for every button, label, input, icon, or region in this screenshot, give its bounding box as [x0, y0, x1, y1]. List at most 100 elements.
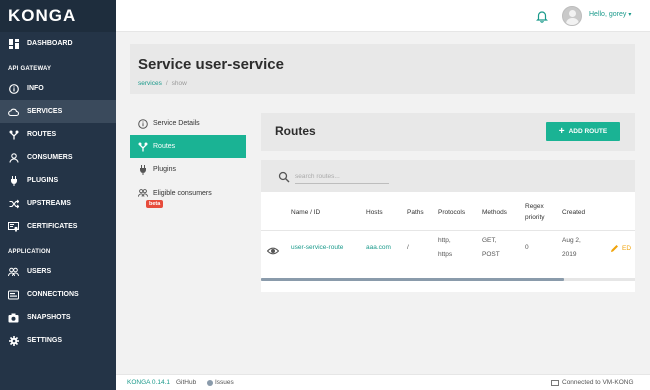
sidebar: KONGA DASHBOARD API GATEWAY INFO SERVICE… — [0, 0, 116, 390]
sidebar-section-application: APPLICATION — [8, 249, 51, 255]
route-created-date: Aug 2, — [562, 237, 581, 244]
edit-label: ED — [622, 245, 632, 252]
add-route-label: ADD ROUTE — [568, 128, 608, 135]
route-regex-priority: 0 — [525, 244, 529, 251]
beta-badge: beta — [146, 200, 164, 208]
service-tabs: Service Details Routes Plugins Eligible … — [130, 112, 246, 208]
connection-icon — [8, 289, 19, 300]
gear-icon — [8, 335, 19, 346]
sidebar-item-connections[interactable]: CONNECTIONS — [0, 283, 116, 306]
sidebar-item-label: CERTIFICATES — [27, 223, 78, 230]
tab-label: Service Details — [153, 120, 200, 127]
sidebar-item-label: SETTINGS — [27, 337, 63, 344]
route-method-get: GET, — [482, 237, 497, 244]
header-divider — [261, 230, 635, 231]
fork-icon — [8, 129, 19, 140]
column-header-created[interactable]: Created — [562, 207, 585, 218]
certificate-icon — [8, 221, 19, 232]
issues-label: Issues — [215, 379, 234, 386]
route-method-post: POST — [482, 251, 500, 258]
tab-routes[interactable]: Routes — [130, 135, 246, 158]
add-route-button[interactable]: + ADD ROUTE — [546, 122, 620, 141]
sidebar-item-snapshots[interactable]: SNAPSHOTS — [0, 306, 116, 329]
tab-plugins[interactable]: Plugins — [130, 158, 246, 181]
search-input[interactable] — [295, 169, 389, 184]
sidebar-item-label: PLUGINS — [27, 177, 59, 184]
sidebar-item-info[interactable]: INFO — [0, 77, 116, 100]
routes-table: Name / ID Hosts Paths Protocols Methods … — [261, 192, 635, 292]
connection-label: Connected to VM-KONG — [562, 379, 634, 386]
column-header-name[interactable]: Name / ID — [291, 207, 320, 218]
edit-button[interactable]: ED — [610, 244, 631, 253]
avatar[interactable] — [562, 6, 582, 26]
search-bar — [261, 160, 635, 192]
sidebar-item-label: UPSTREAMS — [27, 200, 71, 207]
sidebar-item-routes[interactable]: ROUTES — [0, 123, 116, 146]
sidebar-item-label: SERVICES — [27, 108, 63, 115]
tab-label: Plugins — [153, 166, 176, 173]
version-label: KONGA 0.14.1 — [127, 379, 170, 386]
route-paths: / — [407, 244, 409, 251]
column-header-regex-priority[interactable]: Regex priority — [525, 201, 545, 223]
sidebar-item-services[interactable]: SERVICES — [0, 100, 116, 123]
greeting-text: Hello, gorey — [589, 11, 627, 18]
shuffle-icon — [8, 198, 19, 209]
route-hosts-link[interactable]: aaa.com — [366, 241, 391, 255]
camera-icon — [8, 312, 19, 323]
github-link[interactable]: GitHub — [176, 379, 196, 386]
page-header: Service user-service services / show — [130, 44, 635, 94]
sidebar-item-label: SNAPSHOTS — [27, 314, 71, 321]
brand-logo[interactable]: KONGA — [0, 0, 116, 32]
breadcrumb-separator: / — [165, 80, 168, 87]
column-header-methods[interactable]: Methods — [482, 207, 507, 218]
issues-link[interactable]: Issues — [207, 379, 234, 386]
breadcrumb-services-link[interactable]: services — [138, 80, 162, 87]
sidebar-item-certificates[interactable]: CERTIFICATES — [0, 215, 116, 238]
sidebar-item-label: CONNECTIONS — [27, 291, 79, 298]
eye-icon[interactable] — [266, 244, 280, 256]
sidebar-item-consumers[interactable]: CONSUMERS — [0, 146, 116, 169]
page-title: Service user-service — [138, 56, 284, 73]
bell-icon[interactable] — [535, 9, 549, 23]
info-icon — [138, 118, 148, 129]
pencil-icon — [611, 245, 618, 252]
sidebar-item-dashboard[interactable]: DASHBOARD — [0, 32, 116, 55]
routes-header: Routes + ADD ROUTE — [261, 113, 635, 151]
breadcrumb: services / show — [138, 80, 187, 87]
sidebar-item-label: INFO — [27, 85, 44, 92]
tab-label: Routes — [153, 143, 176, 150]
users-icon — [8, 266, 19, 277]
footer: KONGA 0.14.1 GitHub Issues Connected to … — [116, 374, 650, 390]
route-name-link[interactable]: user-service-route — [291, 241, 343, 255]
column-header-regex-line1: Regex — [525, 203, 544, 210]
sidebar-item-users[interactable]: USERS — [0, 260, 116, 283]
routes-title: Routes — [275, 124, 316, 138]
route-protocols: http, https — [438, 234, 452, 262]
sidebar-item-label: USERS — [27, 268, 52, 275]
column-header-regex-line2: priority — [525, 214, 545, 221]
info-icon — [8, 83, 19, 94]
tab-service-details[interactable]: Service Details — [130, 112, 246, 135]
scrollbar-thumb[interactable] — [261, 278, 564, 281]
tab-label: Eligible consumers — [153, 189, 212, 197]
server-icon — [551, 379, 559, 386]
column-header-paths[interactable]: Paths — [407, 207, 424, 218]
plus-icon: + — [558, 125, 565, 137]
sidebar-item-label: CONSUMERS — [27, 154, 73, 161]
sidebar-item-settings[interactable]: SETTINGS — [0, 329, 116, 352]
tab-eligible-consumers[interactable]: Eligible consumers beta — [130, 181, 246, 208]
column-header-protocols[interactable]: Protocols — [438, 207, 465, 218]
top-bar: Hello, gorey ▾ — [116, 0, 650, 32]
user-icon — [8, 152, 19, 163]
caret-down-icon: ▾ — [628, 12, 632, 18]
sidebar-item-plugins[interactable]: PLUGINS — [0, 169, 116, 192]
user-menu[interactable]: Hello, gorey ▾ — [589, 11, 631, 18]
horizontal-scrollbar[interactable] — [261, 278, 635, 281]
route-protocol-https: https — [438, 251, 453, 258]
sidebar-item-upstreams[interactable]: UPSTREAMS — [0, 192, 116, 215]
connection-status: Connected to VM-KONG — [551, 379, 634, 386]
column-header-hosts[interactable]: Hosts — [366, 207, 383, 218]
plug-icon — [8, 175, 19, 186]
search-icon — [278, 170, 290, 183]
dashboard-icon — [8, 38, 19, 49]
